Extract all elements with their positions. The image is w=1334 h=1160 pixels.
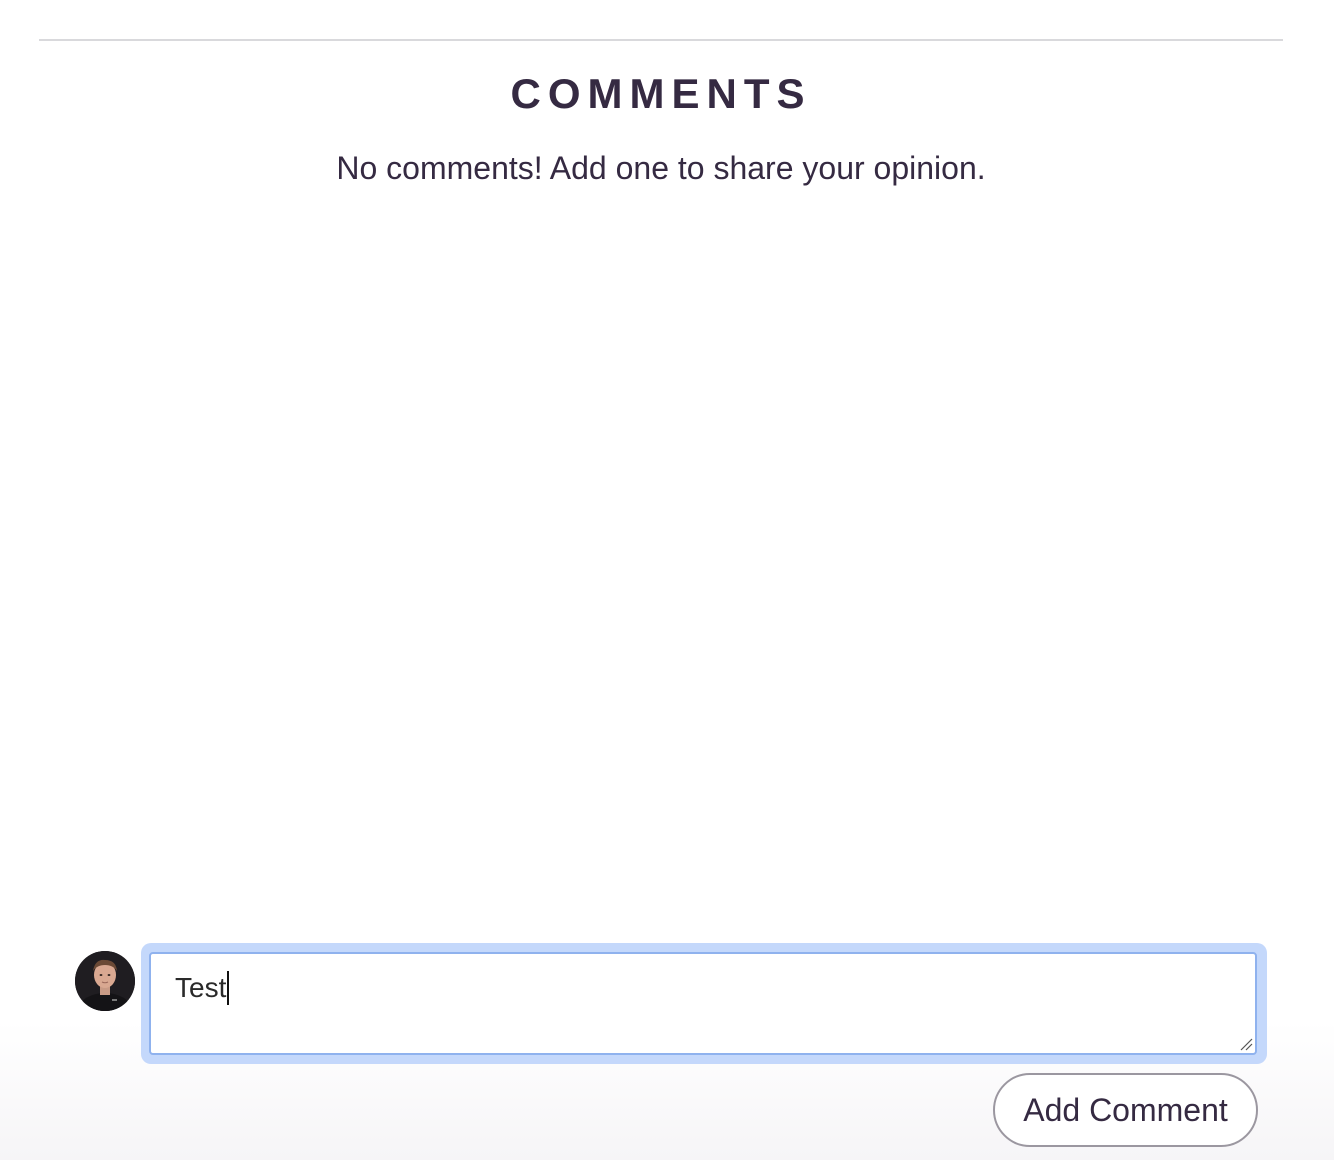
comments-page: COMMENTS No comments! Add one to share y… bbox=[0, 0, 1334, 1160]
user-avatar[interactable] bbox=[75, 951, 135, 1011]
empty-comments-message: No comments! Add one to share your opini… bbox=[336, 150, 986, 186]
avatar-photo-icon bbox=[75, 951, 135, 1011]
resize-grip-icon[interactable] bbox=[1239, 1037, 1253, 1051]
comments-title: COMMENTS bbox=[510, 70, 812, 117]
comment-input[interactable]: Test bbox=[149, 952, 1257, 1055]
top-divider bbox=[39, 39, 1283, 41]
comment-input-value: Test bbox=[175, 972, 227, 1003]
add-comment-button[interactable]: Add Comment bbox=[993, 1073, 1258, 1147]
text-caret bbox=[227, 970, 230, 1005]
